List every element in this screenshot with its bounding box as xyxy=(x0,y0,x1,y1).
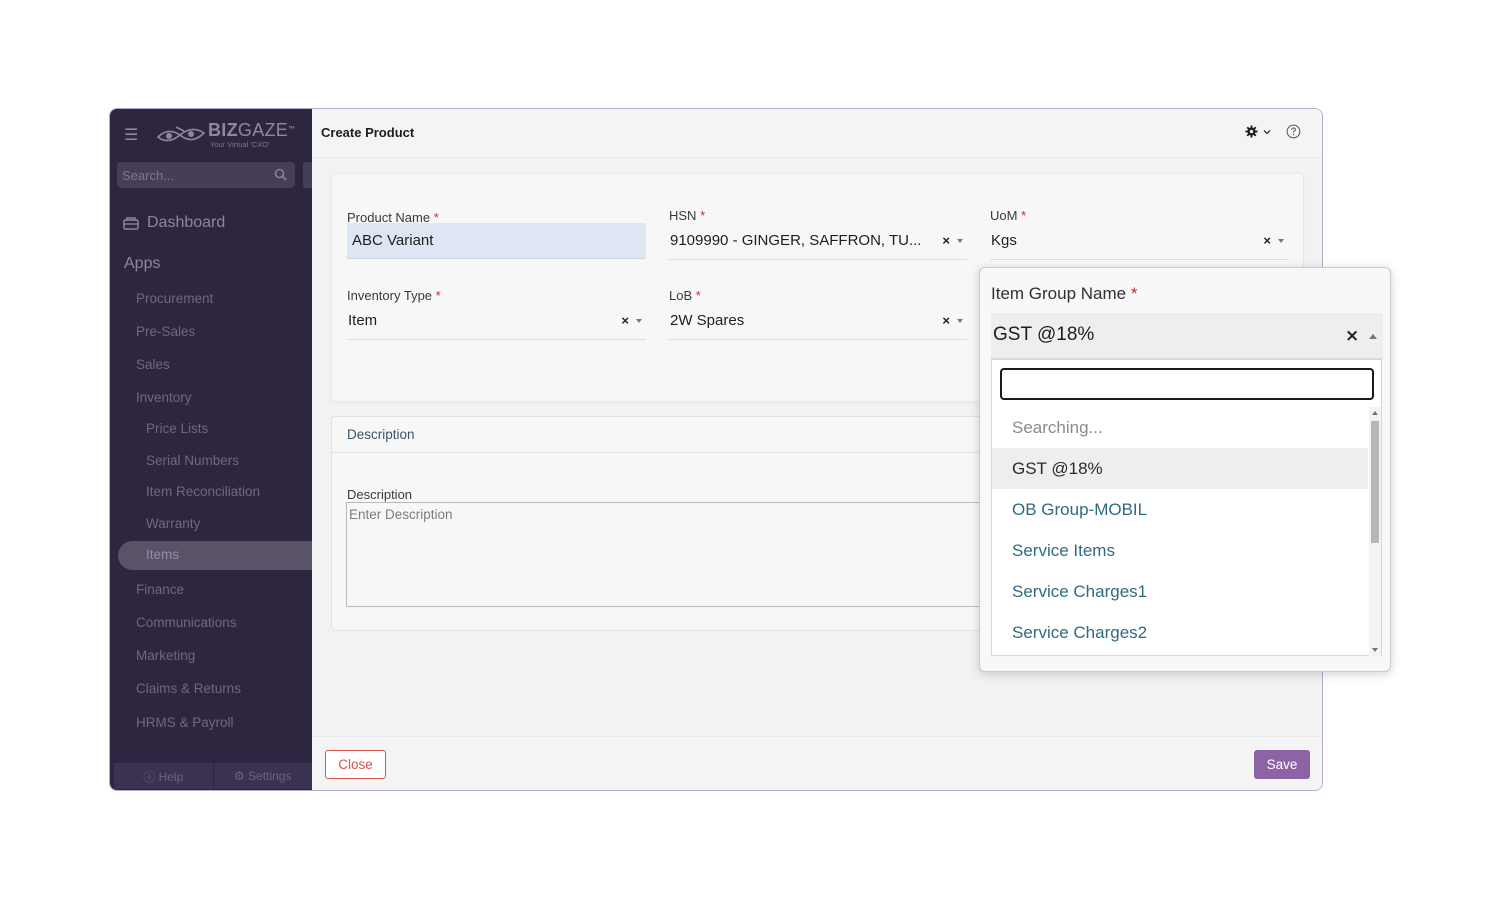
lob-select[interactable]: 2W Spares × xyxy=(669,304,967,340)
dropdown-options-list: Searching... GST @18% OB Group-MOBIL Ser… xyxy=(992,407,1368,656)
caret-down-icon[interactable] xyxy=(1278,239,1284,243)
sidebar-item-claims-returns[interactable]: Claims & Returns xyxy=(136,681,241,696)
sidebar-item-communications[interactable]: Communications xyxy=(136,615,237,630)
logo-tagline: Your Virtual 'CXO' xyxy=(210,140,270,149)
sidebar-item-finance[interactable]: Finance xyxy=(136,582,184,597)
item-group-label: Item Group Name * xyxy=(991,284,1138,303)
close-button[interactable]: Close xyxy=(325,750,386,779)
clear-icon[interactable]: × xyxy=(621,313,629,328)
sidebar-item-serial-numbers[interactable]: Serial Numbers xyxy=(146,453,239,468)
dropdown-option[interactable]: GST @18% xyxy=(992,448,1368,489)
caret-down-icon[interactable] xyxy=(636,319,642,323)
brand-header: ☰ BIZGAZE™ Your Virtual 'CXO' xyxy=(110,109,312,159)
sidebar-item-warranty[interactable]: Warranty xyxy=(146,516,200,531)
dropdown-panel: Searching... GST @18% OB Group-MOBIL Ser… xyxy=(991,359,1382,656)
sidebar-section-apps: Apps xyxy=(124,255,161,272)
dropdown-option[interactable]: Service Items xyxy=(992,530,1368,571)
sidebar-item-marketing[interactable]: Marketing xyxy=(136,648,195,663)
help-button[interactable]: ⓘ Help xyxy=(114,763,214,789)
caret-up-icon[interactable] xyxy=(1369,334,1377,339)
product-name-value: ABC Variant xyxy=(352,232,434,249)
settings-dropdown[interactable] xyxy=(1245,125,1271,138)
settings-button[interactable]: ⚙ Settings xyxy=(214,763,313,789)
scroll-down-arrow-icon[interactable] xyxy=(1372,648,1378,652)
uom-select[interactable]: Kgs × xyxy=(990,224,1288,260)
gear-icon[interactable] xyxy=(1245,125,1258,138)
dropdown-option-searching: Searching... xyxy=(1012,418,1103,437)
page-title: Create Product xyxy=(321,125,415,140)
search-icon[interactable] xyxy=(274,168,287,181)
hamburger-menu-icon[interactable]: ☰ xyxy=(124,125,138,145)
hsn-select[interactable]: 9109990 - GINGER, SAFFRON, TU... × xyxy=(669,224,967,260)
clear-icon[interactable]: × xyxy=(942,313,950,328)
sidebar-footer: ⓘ Help ⚙ Settings xyxy=(114,763,312,789)
sidebar-item-label: Dashboard xyxy=(147,214,226,231)
item-group-selected-value: GST @18% xyxy=(993,324,1095,345)
hsn-label: HSN * xyxy=(669,208,706,223)
inventory-type-label: Inventory Type * xyxy=(347,288,441,303)
lob-selected-value: 2W Spares xyxy=(670,312,745,329)
uom-label: UoM * xyxy=(990,208,1027,223)
scroll-up-arrow-icon[interactable] xyxy=(1372,411,1378,415)
logo-eyes-icon xyxy=(156,126,206,142)
save-button[interactable]: Save xyxy=(1254,750,1310,779)
sidebar-item-inventory[interactable]: Inventory xyxy=(136,390,192,405)
product-name-field[interactable]: ABC Variant xyxy=(347,223,646,259)
uom-selected-value: Kgs xyxy=(991,232,1017,249)
scrollbar-thumb[interactable] xyxy=(1371,421,1379,543)
sidebar-item-hrms-payroll[interactable]: HRMS & Payroll xyxy=(136,715,234,730)
main-header: Create Product xyxy=(312,109,1322,158)
hsn-selected-value: 9109990 - GINGER, SAFFRON, TU... xyxy=(670,232,922,249)
clear-icon[interactable]: × xyxy=(942,233,950,248)
caret-down-icon[interactable] xyxy=(957,239,963,243)
item-group-dropdown-popup: Item Group Name * GST @18% × Searching..… xyxy=(979,267,1391,672)
sidebar: ☰ BIZGAZE™ Your Virtual 'CXO' Search... … xyxy=(110,109,312,790)
description-section-title: Description xyxy=(347,427,415,442)
lob-label: LoB * xyxy=(669,288,701,303)
dropdown-option[interactable]: Service Charges1 xyxy=(992,571,1368,612)
description-label: Description xyxy=(347,487,413,502)
sidebar-search-input[interactable] xyxy=(117,162,267,188)
dropdown-option[interactable]: Service Charges2 xyxy=(992,612,1368,653)
clear-icon[interactable]: × xyxy=(1345,326,1359,346)
sidebar-search xyxy=(117,162,295,188)
dropdown-search-input[interactable] xyxy=(1000,368,1374,400)
sidebar-item-procurement[interactable]: Procurement xyxy=(136,291,213,306)
dashboard-icon xyxy=(123,217,139,230)
sidebar-item-items[interactable]: Items xyxy=(146,547,179,562)
inventory-type-select[interactable]: Item × xyxy=(347,304,646,340)
caret-down-icon[interactable] xyxy=(957,319,963,323)
sidebar-item-dashboard[interactable]: Dashboard xyxy=(123,214,225,232)
clear-icon[interactable]: × xyxy=(1263,233,1271,248)
dropdown-scrollbar[interactable] xyxy=(1369,407,1381,656)
sidebar-item-price-lists[interactable]: Price Lists xyxy=(146,421,208,436)
form-footer: Close Save xyxy=(312,736,1322,790)
sidebar-item-sales[interactable]: Sales xyxy=(136,357,170,372)
logo-wordmark: BIZGAZE™ xyxy=(208,120,296,140)
sidebar-search-extension xyxy=(303,162,312,188)
sidebar-item-item-reconciliation[interactable]: Item Reconciliation xyxy=(146,484,260,499)
help-circle-icon[interactable] xyxy=(1286,124,1301,139)
dropdown-option[interactable]: OB Group-MOBIL xyxy=(992,489,1368,530)
chevron-down-icon[interactable] xyxy=(1263,129,1271,135)
inventory-type-selected-value: Item xyxy=(348,312,378,329)
sidebar-item-pre-sales[interactable]: Pre-Sales xyxy=(136,324,195,339)
item-group-select[interactable]: GST @18% × xyxy=(991,313,1383,359)
